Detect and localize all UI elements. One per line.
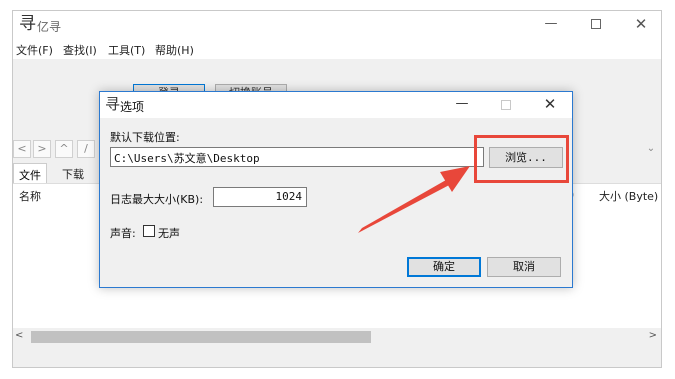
- dialog-titlebar: 寻 选项 — ✕: [100, 92, 572, 118]
- download-path-field[interactable]: C:\Users\苏文意\Desktop: [110, 147, 484, 167]
- maximize-icon: [501, 100, 511, 110]
- app-logo-icon: 寻: [19, 14, 36, 34]
- column-header-name[interactable]: 名称: [19, 188, 41, 204]
- mute-label[interactable]: 无声: [158, 225, 180, 241]
- dialog-logo-icon: 寻: [105, 95, 121, 113]
- tab-files[interactable]: 文件: [13, 163, 47, 183]
- scrollbar-thumb[interactable]: [31, 331, 371, 343]
- options-dialog: 寻 选项 — ✕ 默认下载位置: C:\Users\苏文意\Desktop 浏览…: [99, 91, 573, 288]
- scroll-left-icon[interactable]: <: [15, 330, 23, 341]
- nav-forward-button[interactable]: >: [33, 140, 51, 158]
- menu-tools[interactable]: 工具(T): [108, 42, 145, 58]
- menu-bar: 文件(F) 查找(I) 工具(T) 帮助(H): [13, 39, 661, 59]
- main-titlebar: 寻 亿寻 — ✕: [13, 11, 661, 39]
- dialog-title: 选项: [120, 100, 145, 114]
- maximize-icon: [591, 19, 601, 29]
- chevron-down-icon[interactable]: ⌄: [641, 140, 661, 158]
- menu-find[interactable]: 查找(I): [63, 42, 97, 58]
- log-size-field[interactable]: 1024: [213, 187, 307, 207]
- menu-help[interactable]: 帮助(H): [155, 42, 194, 58]
- nav-root-button[interactable]: /: [77, 140, 95, 158]
- cancel-button[interactable]: 取消: [487, 257, 561, 277]
- dialog-maximize-button: [484, 92, 528, 118]
- column-header-size[interactable]: 大小 (Byte): [599, 188, 658, 204]
- menu-file[interactable]: 文件(F): [16, 42, 53, 58]
- app-title: 亿寻: [37, 20, 62, 34]
- log-size-label: 日志最大大小(KB):: [110, 193, 204, 206]
- mute-checkbox[interactable]: [143, 225, 155, 237]
- nav-back-button[interactable]: <: [13, 140, 31, 158]
- maximize-button[interactable]: [573, 11, 619, 39]
- dialog-close-button[interactable]: ✕: [528, 92, 572, 118]
- download-location-label: 默认下载位置:: [110, 131, 180, 144]
- close-button[interactable]: ✕: [618, 11, 664, 39]
- scroll-right-icon[interactable]: >: [649, 330, 657, 341]
- dialog-minimize-button[interactable]: —: [440, 92, 484, 118]
- tab-downloads[interactable]: 下载: [57, 163, 89, 183]
- horizontal-scrollbar[interactable]: < >: [13, 328, 661, 346]
- ok-button[interactable]: 确定: [407, 257, 481, 277]
- minimize-button[interactable]: —: [528, 11, 574, 39]
- sound-label: 声音:: [110, 227, 136, 240]
- nav-up-button[interactable]: ^: [55, 140, 73, 158]
- annotation-highlight-box: [474, 135, 569, 183]
